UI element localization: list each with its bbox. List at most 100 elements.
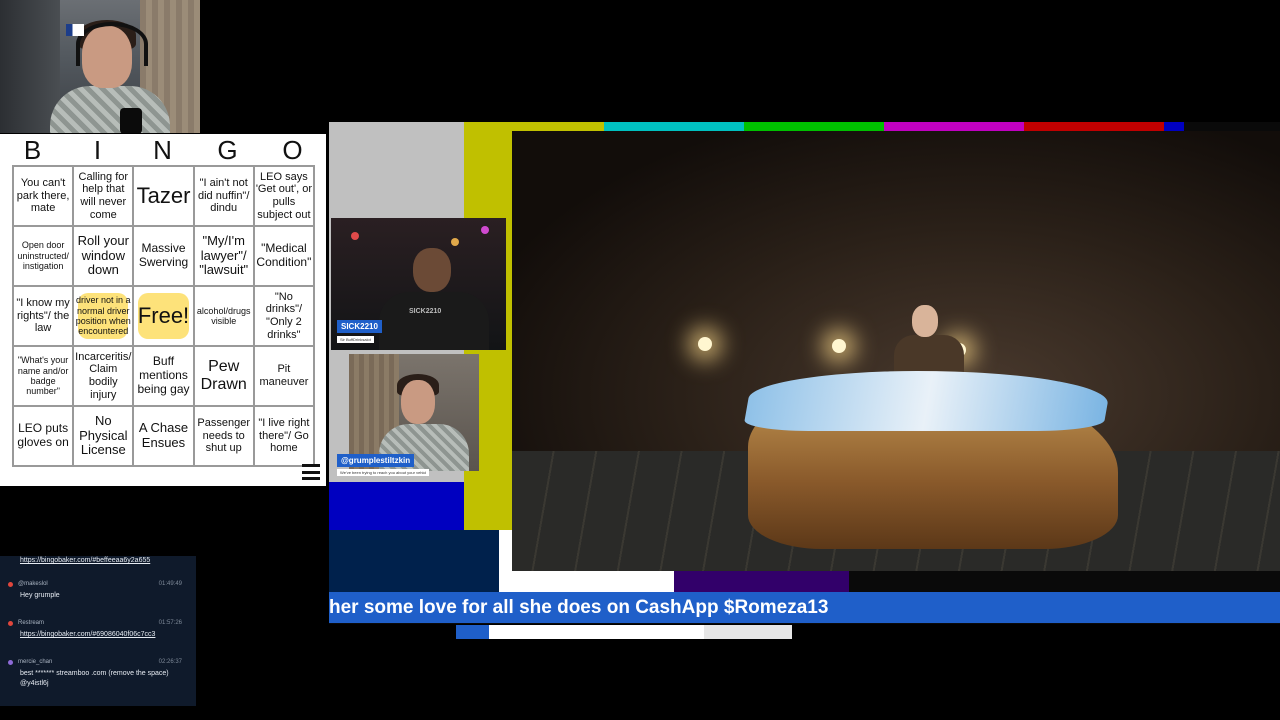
bingo-cell[interactable]: Passenger needs to shut up [193,406,254,466]
twitch-icon [8,660,13,665]
lamp [351,232,359,240]
host-name-tag: @grumplestiltzkin [337,454,415,467]
chat-link[interactable]: https://bingobaker.com/#beffeeaa6y2a655 [8,556,188,566]
bingo-cell-label: Roll your window down [77,232,129,278]
chat-timestamp: 02:26:37 [158,659,182,665]
chat-message: https://bingobaker.com/#beffeeaa6y2a655 [8,556,188,566]
youtube-icon [8,582,13,587]
bingo-cell[interactable]: "Medical Condition" [253,226,314,286]
bingo-header: B I N G O [0,134,326,165]
bingo-cell-label: A Chase Ensues [138,420,189,450]
news-ticker: her some love for all she does on CashAp… [329,592,1280,623]
bingo-cell-label: Incarceritis/ Claim bodily injury [75,350,132,401]
bingo-cell-label: "What's your name and/or badge number" [17,355,69,397]
bingo-cell-free[interactable]: Free! [133,286,194,346]
bingo-cell-label: No Physical License [79,412,128,458]
headphones-icon [76,22,148,66]
bingo-cell-label: "I ain't not did nuffin"/ dindu [197,177,250,215]
bingo-cell[interactable]: LEO puts gloves on [13,406,74,466]
bingo-cell-label: "I know my rights"/ the law [16,297,70,335]
chat-message: @makeslol 01:49:49 Hey grumple [8,581,188,601]
bingo-cell[interactable]: "What's your name and/or badge number" [13,346,74,406]
bingo-cell[interactable]: Incarceritis/ Claim bodily injury [73,346,134,406]
bingo-letter: N [153,135,172,165]
bingo-cell[interactable]: "I live right there"/ Go home [253,406,314,466]
piano-lid [742,371,1114,431]
bingo-cell[interactable]: You can't park there, mate [13,166,74,226]
bingo-letter: O [282,135,303,165]
bingo-cell-label: LEO says 'Get out', or pulls subject out [255,170,312,221]
bingo-cell[interactable]: "No drinks"/ "Only 2 drinks" [253,286,314,346]
pianist-head [912,305,938,337]
bingo-cell-label: Tazer [136,183,191,209]
bingo-cell-label: Massive Swerving [138,241,189,269]
progress-bar [456,625,792,639]
bingo-letter: G [217,135,238,165]
chat-username-text: mercie_chan [18,659,53,665]
bingo-cell[interactable]: Buff mentions being gay [133,346,194,406]
bingo-cell-label: Passenger needs to shut up [197,417,250,455]
bingo-cell-label: Free! [137,303,190,329]
bingo-cell-label: Buff mentions being gay [137,354,190,396]
host-body [50,86,170,133]
chat-message: Restream 01:57:26 https://bingobaker.com… [8,620,188,640]
bingo-cell-label: alcohol/drugs visible [196,305,251,326]
bingo-cell-label: Pit maneuver [259,363,309,388]
chat-text: best ******* streamboo .com (remove the … [20,670,169,687]
bingo-cell[interactable]: Tazer [133,166,194,226]
bingo-cell[interactable]: LEO says 'Get out', or pulls subject out [253,166,314,226]
guest-body [379,292,489,350]
bingo-cell-label: "No drinks"/ "Only 2 drinks" [265,290,303,341]
chat-timestamp: 01:57:26 [158,620,182,626]
bingo-card: B I N G O You can't park there, mate Cal… [0,134,326,486]
chat-username-text: @makeslol [18,581,48,587]
bingo-cell[interactable]: Pit maneuver [253,346,314,406]
bingo-cell[interactable]: Massive Swerving [133,226,194,286]
bingo-cell-label: "Medical Condition" [256,241,312,269]
bingo-cell[interactable]: Open door uninstructed/ instigation [13,226,74,286]
shirt-text: SICK2210 [409,308,442,315]
chat-text: Hey grumple [20,592,60,599]
stage-light [832,339,846,353]
chat-username-text: Restream [18,620,45,626]
webcam-host [0,0,200,133]
host-face [401,380,435,424]
bingo-cell[interactable]: Roll your window down [73,226,134,286]
restream-icon [8,621,13,626]
bingo-cell[interactable]: "I ain't not did nuffin"/ dindu [193,166,254,226]
bingo-cell-label: "My/I'm lawyer"/ "lawsuit" [199,232,249,278]
chat-timestamp: 01:49:49 [158,581,182,587]
bingo-cell[interactable]: "My/I'm lawyer"/ "lawsuit" [193,226,254,286]
guest-name-tag: SICK2210 [337,320,382,333]
bingo-cell[interactable]: "I know my rights"/ the law [13,286,74,346]
bingo-cell-label: driver not in a normal driver position w… [75,295,131,337]
chat-link[interactable]: https://bingobaker.com/#69086040f06c7cc3 [8,630,188,640]
color-bar [329,482,464,530]
flag-icon [66,24,84,36]
guest-face [413,248,451,292]
bingo-cell[interactable]: No Physical License [73,406,134,466]
lamp [481,226,489,234]
color-bar [674,570,849,592]
microphone-icon [120,108,142,133]
chat-panel[interactable]: https://bingobaker.com/#beffeeaa6y2a655 … [0,556,196,706]
bingo-cell-label: Calling for help that will never come [78,170,129,221]
music-video [512,131,1280,571]
bingo-grid: You can't park there, mate Calling for h… [12,165,315,467]
chat-message: mercie_chan 02:26:37 best ******* stream… [8,659,188,689]
color-bar [329,530,499,592]
bingo-cell[interactable]: alcohol/drugs visible [193,286,254,346]
hamburger-menu-icon[interactable] [302,464,320,480]
progress-segment [456,625,489,639]
bingo-cell-label: LEO puts gloves on [17,421,69,449]
bingo-cell[interactable]: A Chase Ensues [133,406,194,466]
bingo-cell[interactable]: Pew Drawn [193,346,254,406]
lamp [451,238,459,246]
bingo-cell-label: Pew Drawn [200,357,247,393]
stream-scene: SICK2210 SICK2210 Sir BuffDrinksalot @gr… [329,122,1280,624]
stage-light [698,337,712,351]
bingo-cell-label: You can't park there, mate [16,177,70,215]
bingo-cell-marked[interactable]: driver not in a normal driver position w… [73,286,134,346]
bingo-cell[interactable]: Calling for help that will never come [73,166,134,226]
progress-segment [489,625,704,639]
